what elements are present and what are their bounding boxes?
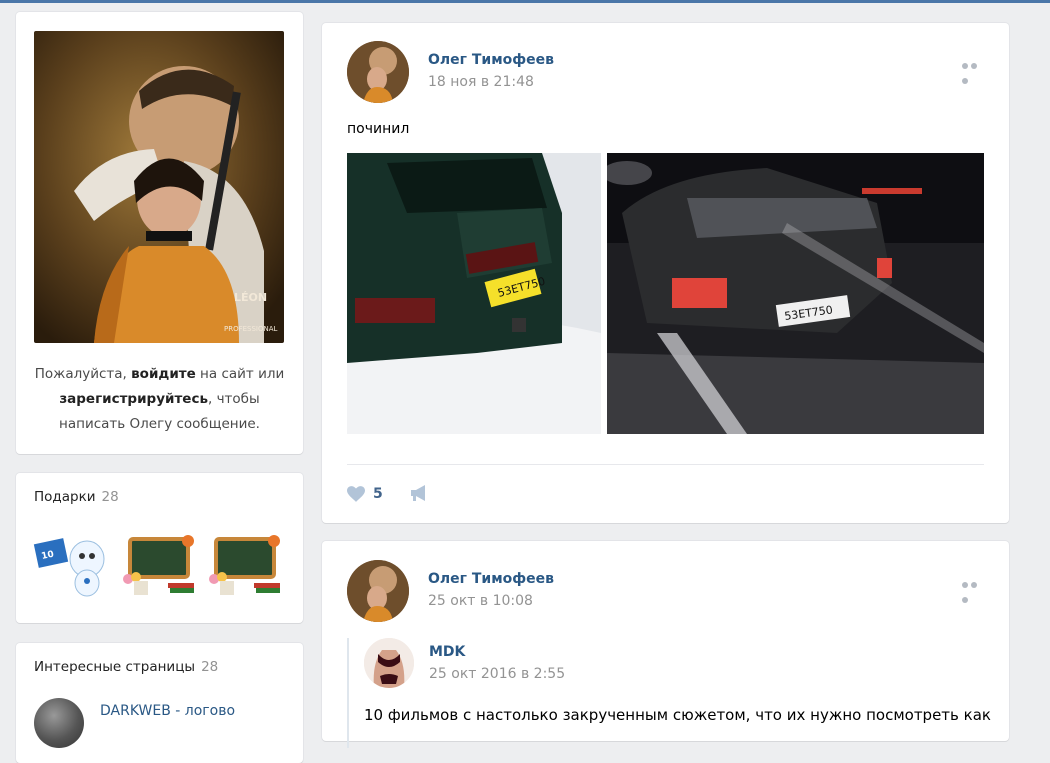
page-link[interactable]: DARKWEB - логово [100, 703, 235, 719]
pages-count: 28 [201, 659, 219, 675]
gift-ghost-icon: 10 [33, 538, 105, 597]
post-divider [347, 464, 984, 465]
post-text: 10 фильмов с настолько закрученным сюжет… [364, 706, 991, 724]
author-avatar-art [347, 560, 409, 622]
login-prefix: Пожалуйста, [34, 366, 132, 382]
post-menu-icon[interactable] [962, 58, 988, 84]
gift-chalkboard-icon [123, 535, 194, 595]
gift-item[interactable] [206, 531, 286, 601]
profile-photo-art: LÉON PROFESSIONAL [34, 31, 284, 343]
post-date[interactable]: 25 окт в 10:08 [428, 593, 533, 609]
post-menu-icon[interactable] [962, 577, 988, 603]
gifts-title: Подарки [34, 489, 96, 505]
login-middle: на сайт или [195, 366, 285, 382]
page-avatar[interactable] [34, 698, 84, 748]
wall-post: Олег Тимофеев 18 ноя в 21:48 починил 53Е… [322, 23, 1009, 523]
post-date[interactable]: 18 ноя в 21:48 [428, 74, 534, 90]
wall-post: Олег Тимофеев 25 окт в 10:08 MDK 25 окт … [322, 541, 1009, 748]
profile-photo[interactable]: LÉON PROFESSIONAL [34, 31, 284, 343]
top-bar [0, 0, 1050, 3]
repost-date[interactable]: 25 окт 2016 в 2:55 [429, 666, 565, 682]
login-prompt: Пожалуйста, войдите на сайт или зарегист… [30, 362, 289, 437]
author-avatar[interactable] [347, 41, 409, 103]
pages-header[interactable]: Интересные страницы 28 [34, 659, 218, 675]
gifts-card: Подарки 28 10 [16, 473, 303, 623]
repost-avatar[interactable] [364, 638, 414, 688]
heart-icon [347, 486, 365, 502]
share-button[interactable] [409, 484, 429, 506]
interesting-pages-card: Интересные страницы 28 DARKWEB - логово [16, 643, 303, 763]
register-link[interactable]: зарегистрируйтесь [59, 391, 208, 407]
post-author[interactable]: Олег Тимофеев [428, 571, 554, 587]
car-photo-night: 53ЕТ750 [607, 153, 984, 434]
post-photo[interactable]: 53ЕТ750 [607, 153, 984, 434]
like-count: 5 [373, 486, 383, 502]
pages-title: Интересные страницы [34, 659, 196, 675]
repost-author[interactable]: MDK [429, 644, 465, 660]
post-text: починил [347, 121, 410, 137]
profile-card: LÉON PROFESSIONAL Пожалуйста, войдите на… [16, 12, 303, 454]
car-photo-day: 53ЕТ750 [347, 153, 601, 434]
gifts-count: 28 [101, 489, 119, 505]
author-avatar[interactable] [347, 560, 409, 622]
post-photo[interactable]: 53ЕТ750 [347, 153, 601, 434]
login-link[interactable]: войдите [131, 366, 196, 382]
post-author[interactable]: Олег Тимофеев [428, 52, 554, 68]
gift-chalkboard-icon [209, 535, 280, 595]
gift-item[interactable] [120, 531, 200, 601]
svg-text:LÉON: LÉON [234, 291, 267, 304]
megaphone-icon [411, 485, 425, 501]
like-button[interactable]: 5 [347, 483, 383, 505]
repost-avatar-art [364, 638, 414, 688]
author-avatar-art [347, 41, 409, 103]
gifts-header[interactable]: Подарки 28 [34, 489, 119, 505]
repost-border [347, 638, 349, 748]
gift-item[interactable]: 10 [32, 531, 112, 601]
svg-text:PROFESSIONAL: PROFESSIONAL [224, 325, 278, 333]
